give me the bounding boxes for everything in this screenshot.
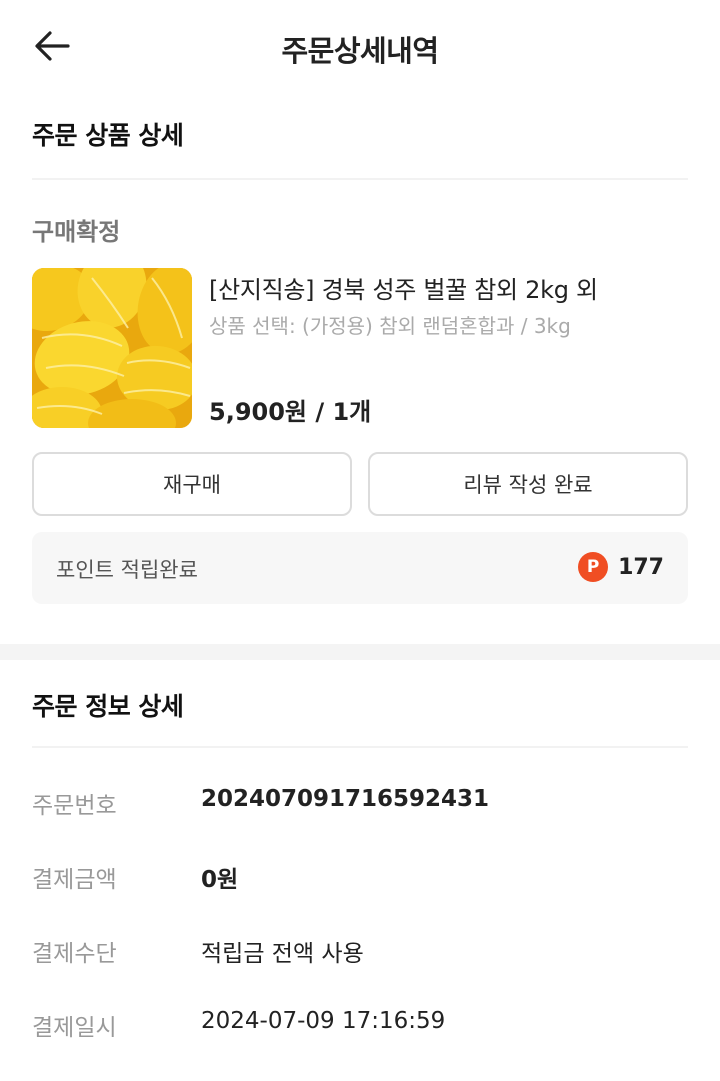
points-earned-box: 포인트 적립완료 P 177 — [32, 532, 688, 604]
point-badge-icon: P — [578, 552, 609, 582]
payment-date-value: 2024-07-09 17:16:59 — [201, 1008, 446, 1034]
order-items-section-title: 주문 상품 상세 — [32, 121, 184, 150]
info-row-payment-amount: 결제금액 0원 — [32, 860, 688, 900]
section-divider — [32, 178, 688, 180]
rebuy-button[interactable]: 재구매 — [32, 452, 352, 516]
payment-method-value: 적립금 전액 사용 — [201, 941, 364, 967]
info-row-payment-method: 결제수단 적립금 전액 사용 — [32, 934, 688, 974]
app-header: 주문상세내역 — [0, 0, 720, 92]
info-row-order-number: 주문번호 202407091716592431 — [32, 786, 688, 826]
review-complete-button[interactable]: 리뷰 작성 완료 — [368, 452, 688, 516]
info-label: 결제수단 — [32, 941, 117, 967]
product-option: 상품 선택: (가정용) 참외 랜덤혼합과 / 3kg — [209, 314, 571, 338]
order-status: 구매확정 — [32, 218, 121, 246]
order-number-value: 202407091716592431 — [201, 786, 490, 812]
section-divider — [32, 746, 688, 748]
product-image[interactable] — [32, 268, 192, 428]
info-label: 결제금액 — [32, 867, 117, 893]
order-info-section-title: 주문 정보 상세 — [32, 692, 184, 721]
section-separator — [0, 644, 720, 660]
points-label: 포인트 적립완료 — [56, 558, 198, 582]
points-value: 177 — [618, 554, 664, 580]
payment-amount-value: 0원 — [201, 867, 239, 893]
points-amount: P 177 — [578, 552, 664, 582]
product-name[interactable]: [산지직송] 경북 성주 벌꿀 참외 2kg 외 — [209, 270, 598, 305]
info-label: 결제일시 — [32, 1015, 117, 1041]
melon-photo-icon — [32, 268, 192, 428]
product-price: 5,900원 / 1개 — [209, 398, 372, 426]
page-title: 주문상세내역 — [281, 34, 439, 68]
info-label: 주문번호 — [32, 793, 117, 819]
info-row-payment-date: 결제일시 2024-07-09 17:16:59 — [32, 1008, 688, 1048]
